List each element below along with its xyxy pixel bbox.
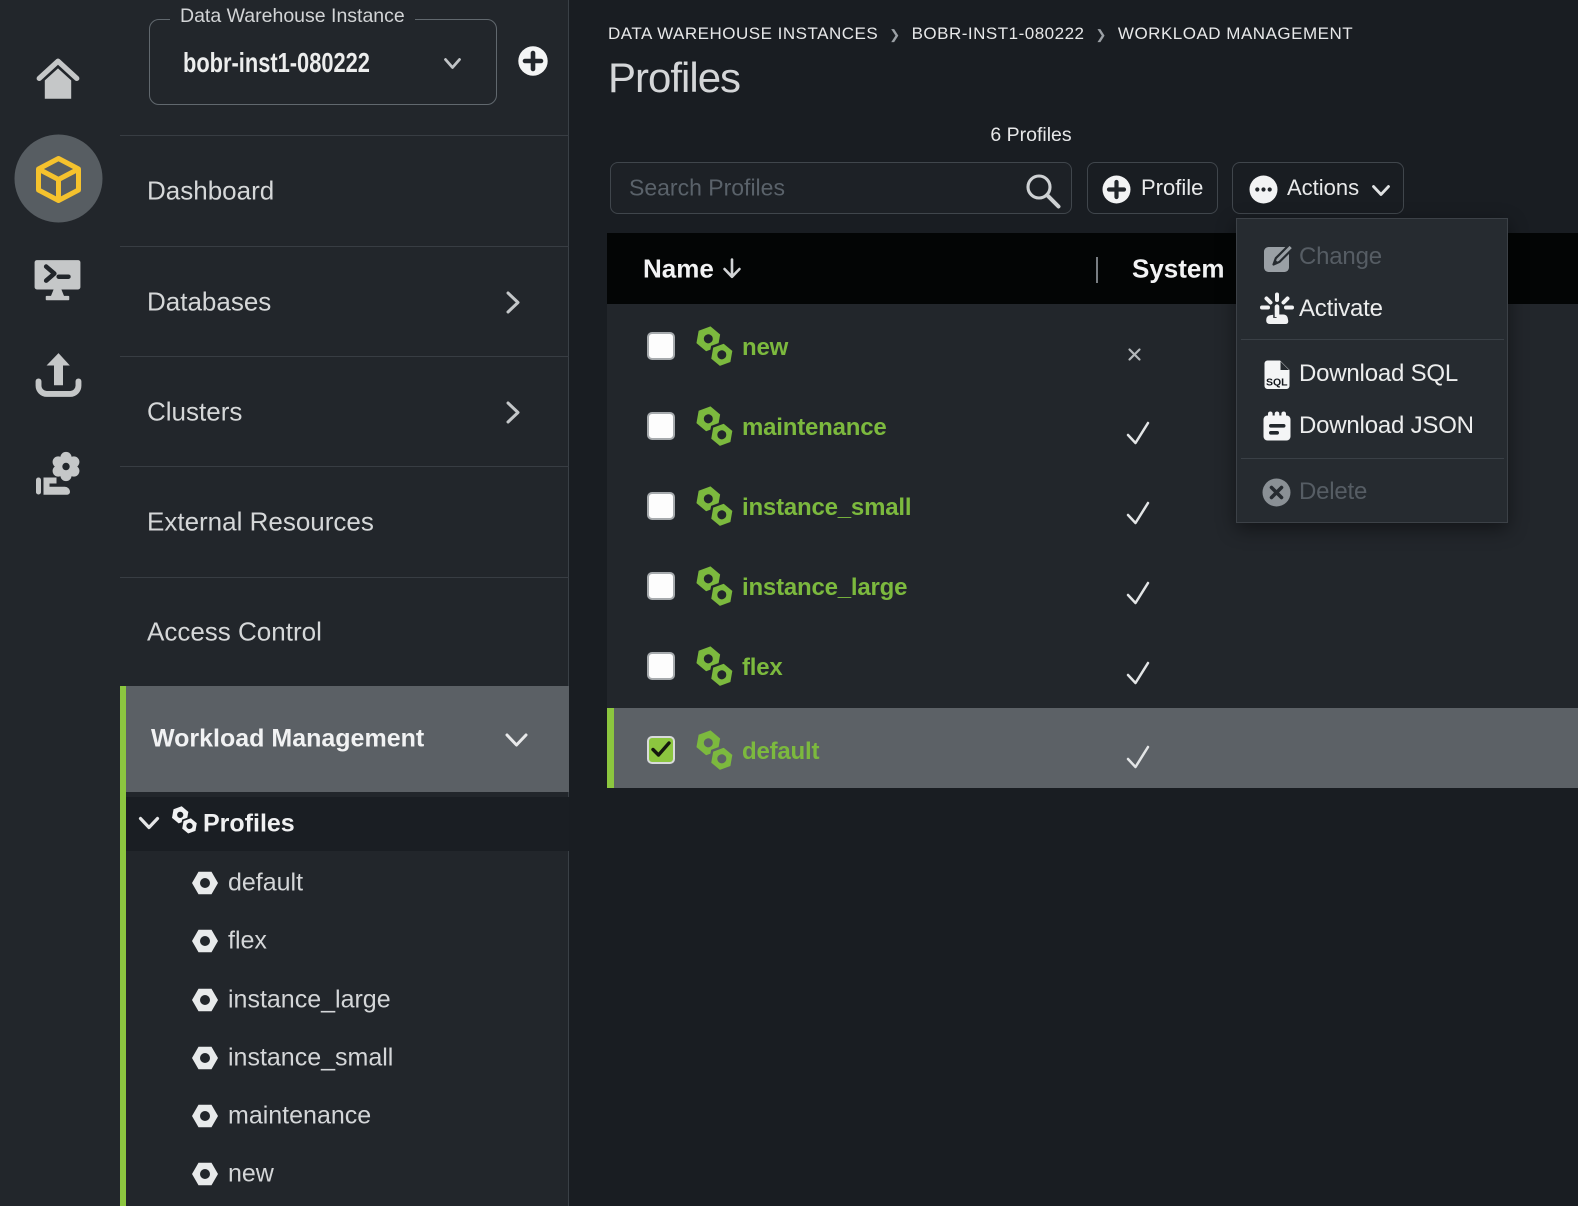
svg-text:SQL: SQL xyxy=(1266,377,1288,389)
